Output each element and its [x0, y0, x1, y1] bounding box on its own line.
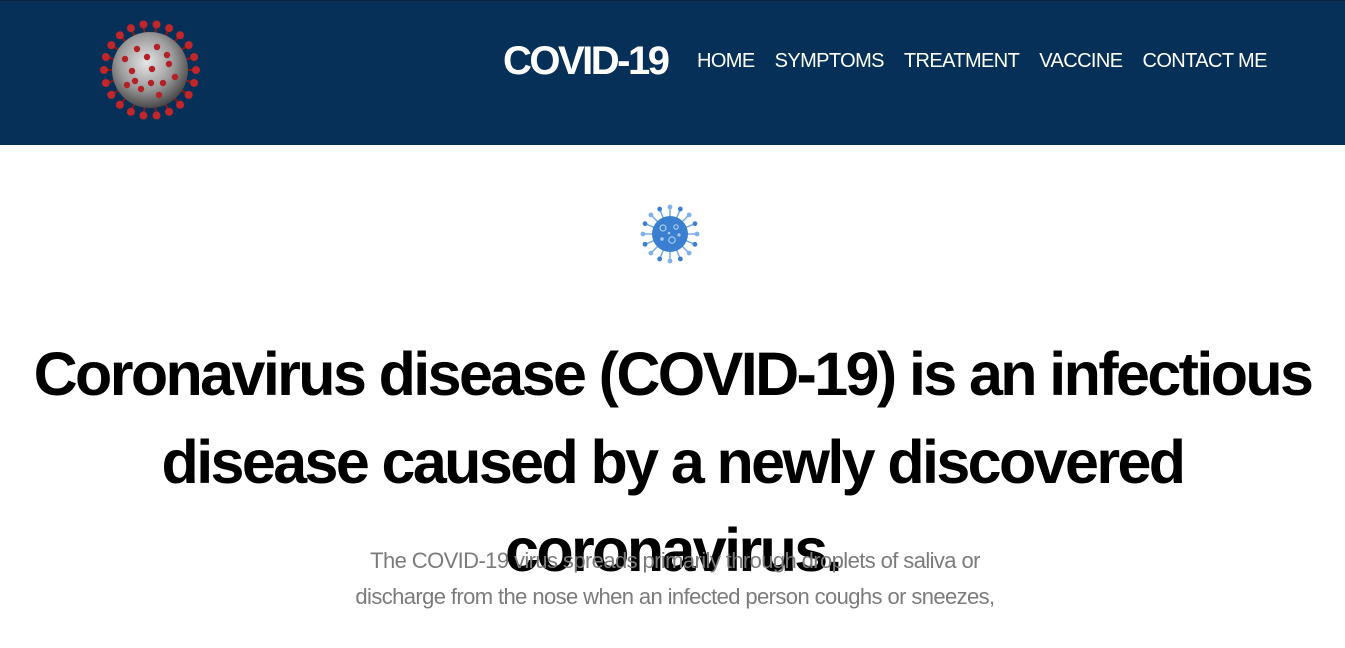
nav-contact-me[interactable]: CONTACT ME — [1142, 49, 1267, 73]
site-brand[interactable]: COVID-19 — [503, 37, 670, 85]
site-header: COVID-19 HOME SYMPTOMS TREATMENT VACCINE… — [0, 0, 1345, 145]
nav-treatment[interactable]: TREATMENT — [904, 49, 1020, 73]
intro-paragraph: The COVID-19 virus spreads primarily thr… — [355, 548, 995, 609]
main-nav: HOME SYMPTOMS TREATMENT VACCINE CONTACT … — [697, 49, 1267, 73]
coronavirus-icon[interactable] — [97, 19, 203, 121]
nav-home[interactable]: HOME — [697, 49, 755, 73]
nav-vaccine[interactable]: VACCINE — [1039, 49, 1123, 73]
nav-symptoms[interactable]: SYMPTOMS — [775, 49, 885, 73]
virus-icon — [640, 204, 700, 264]
